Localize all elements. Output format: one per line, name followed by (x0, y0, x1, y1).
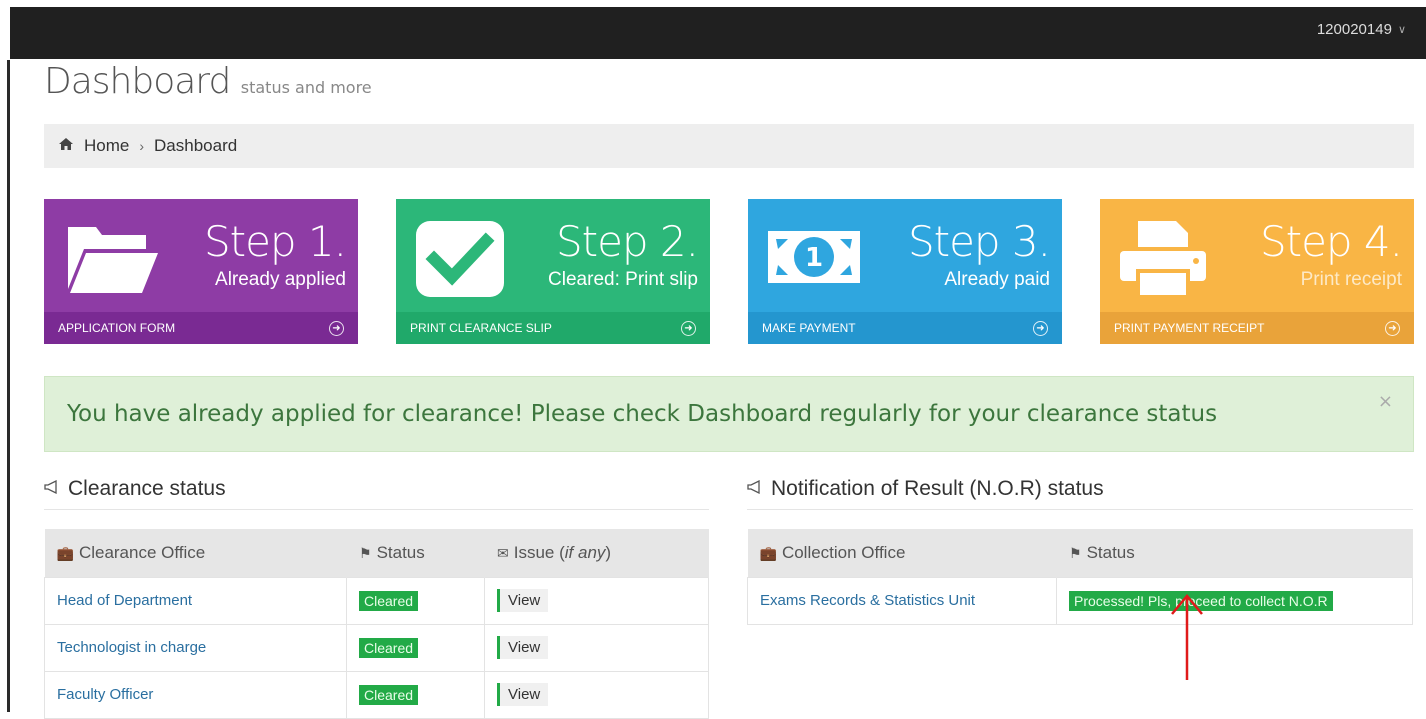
tile-make-payment[interactable]: 1 Step 3. Already paid MAKE PAYMENT ➜ (748, 199, 1062, 344)
col-header-issue-note: if any (564, 542, 606, 562)
panel-title-text: Clearance status (68, 476, 226, 500)
col-header-office-text: Clearance Office (78, 542, 206, 562)
table-header-row: 💼 Collection Office ⚑ Status (747, 529, 1413, 577)
issue-cell: View (484, 670, 709, 719)
breadcrumb-current: Dashboard (154, 136, 238, 155)
close-icon[interactable]: × (1378, 391, 1393, 412)
tile-footer-link[interactable]: PRINT CLEARANCE SLIP ➜ (396, 312, 710, 344)
status-cell: Cleared (346, 576, 485, 625)
status-badge: Cleared (359, 590, 419, 611)
megaphone-icon (747, 479, 763, 498)
office-link[interactable]: Technologist in charge (44, 623, 347, 672)
view-button[interactable]: View (497, 589, 549, 612)
table-header-row: 💼 Clearance Office ⚑ Status ✉ Issue (if any… (44, 529, 709, 577)
tile-step-label: Step 2. (555, 217, 699, 266)
col-header-status-text: Status (376, 542, 425, 562)
user-menu[interactable]: 120020149 ∨ (1317, 21, 1406, 38)
table-row: Head of Department Cleared View (44, 576, 709, 625)
clearance-table: 💼 Clearance Office ⚑ Status ✉ Issue (if any… (44, 529, 709, 719)
tile-print-clearance-slip[interactable]: Step 2. Cleared: Print slip PRINT CLEARA… (396, 199, 710, 344)
nor-status-panel: Notification of Result (N.O.R) status 💼 C… (747, 474, 1413, 719)
status-badge: Cleared (359, 684, 419, 705)
red-arrow-annotation-icon (1171, 594, 1203, 680)
alert-message: You have already applied for clearance! … (67, 401, 1218, 427)
status-panels: Clearance status 💼 Clearance Office ⚑ Stat… (44, 474, 1414, 719)
status-cell: Cleared (346, 623, 485, 672)
tile-footer-link[interactable]: MAKE PAYMENT ➜ (748, 312, 1062, 344)
page-title: Dashboard status and more (44, 60, 1414, 110)
office-link[interactable]: Faculty Officer (44, 670, 347, 719)
tile-footer-link[interactable]: APPLICATION FORM ➜ (44, 312, 358, 344)
tile-application-form[interactable]: Step 1. Already applied APPLICATION FORM… (44, 199, 358, 344)
briefcase-icon: 💼 (56, 544, 74, 561)
col-header-office: 💼 Collection Office (747, 529, 1057, 577)
tile-link-label: MAKE PAYMENT (762, 321, 856, 335)
nor-table: 💼 Collection Office ⚑ Status Exams Records… (747, 529, 1413, 625)
megaphone-icon (44, 479, 60, 498)
tile-link-label: PRINT CLEARANCE SLIP (410, 321, 552, 335)
status-badge: Cleared (359, 637, 419, 658)
step-tiles: Step 1. Already applied APPLICATION FORM… (44, 199, 1414, 344)
col-header-status: ⚑ Status (346, 529, 485, 577)
col-header-status: ⚑ Status (1056, 529, 1413, 577)
clearance-status-panel: Clearance status 💼 Clearance Office ⚑ Stat… (44, 474, 709, 719)
top-navbar: 120020149 ∨ (10, 7, 1426, 59)
office-link[interactable]: Exams Records & Statistics Unit (747, 576, 1057, 625)
tile-print-payment-receipt[interactable]: Step 4. Print receipt PRINT PAYMENT RECE… (1100, 199, 1414, 344)
col-header-office-text: Collection Office (781, 542, 906, 562)
table-row: Technologist in charge Cleared View (44, 623, 709, 672)
money-digit: 1 (805, 243, 823, 273)
breadcrumb-separator-icon: › (139, 138, 145, 154)
col-header-issue-text: Issue (513, 542, 555, 562)
col-header-issue: ✉ Issue (if any) (484, 529, 709, 577)
user-id: 120020149 (1316, 21, 1392, 38)
status-cell: Cleared (346, 670, 485, 719)
main-content: Dashboard status and more Home › Dashboa… (44, 60, 1414, 719)
view-button[interactable]: View (497, 683, 549, 706)
breadcrumb-home[interactable]: Home (84, 136, 129, 156)
money-icon: 1 (768, 231, 860, 283)
bookmark-icon: ⚑ (1069, 544, 1082, 561)
view-button[interactable]: View (497, 636, 549, 659)
tile-description: Already applied (215, 269, 346, 290)
col-header-office: 💼 Clearance Office (44, 529, 347, 577)
tile-step-label: Step 4. (1259, 217, 1403, 266)
tile-step-label: Step 1. (203, 217, 347, 266)
col-header-status-text: Status (1086, 542, 1135, 562)
tile-description: Cleared: Print slip (548, 269, 698, 290)
issue-cell: View (484, 576, 709, 625)
briefcase-icon: 💼 (759, 544, 777, 561)
arrow-circle-right-icon: ➜ (1385, 320, 1400, 336)
bookmark-icon: ⚑ (359, 544, 372, 561)
status-cell: Processed! Pls, proceed to collect N.O.R (1056, 576, 1413, 625)
success-alert: You have already applied for clearance! … (44, 376, 1414, 452)
panel-title: Clearance status (44, 474, 709, 510)
arrow-circle-right-icon: ➜ (329, 320, 344, 336)
tile-description: Already paid (944, 269, 1050, 290)
breadcrumb: Home › Dashboard (44, 124, 1414, 168)
tile-step-label: Step 3. (907, 217, 1051, 266)
sidebar-edge (0, 60, 10, 712)
page-subtitle: status and more (240, 78, 372, 97)
print-icon (1120, 221, 1206, 299)
home-icon (58, 136, 74, 156)
table-row: Faculty Officer Cleared View (44, 670, 709, 719)
envelope-icon: ✉ (497, 544, 509, 561)
tile-link-label: APPLICATION FORM (58, 321, 176, 335)
arrow-circle-right-icon: ➜ (1033, 320, 1048, 336)
tile-footer-link[interactable]: PRINT PAYMENT RECEIPT ➜ (1100, 312, 1414, 344)
chevron-down-icon: ∨ (1397, 24, 1406, 36)
tile-description: Print receipt (1300, 269, 1402, 290)
folder-open-icon (68, 227, 158, 293)
table-row: Exams Records & Statistics Unit Processe… (747, 576, 1413, 625)
issue-cell: View (484, 623, 709, 672)
check-square-icon (416, 221, 504, 297)
panel-title: Notification of Result (N.O.R) status (747, 474, 1413, 510)
page-title-text: Dashboard (44, 61, 231, 102)
tile-link-label: PRINT PAYMENT RECEIPT (1114, 321, 1265, 335)
office-link[interactable]: Head of Department (44, 576, 347, 625)
panel-title-text: Notification of Result (N.O.R) status (771, 476, 1104, 500)
arrow-circle-right-icon: ➜ (681, 320, 696, 336)
